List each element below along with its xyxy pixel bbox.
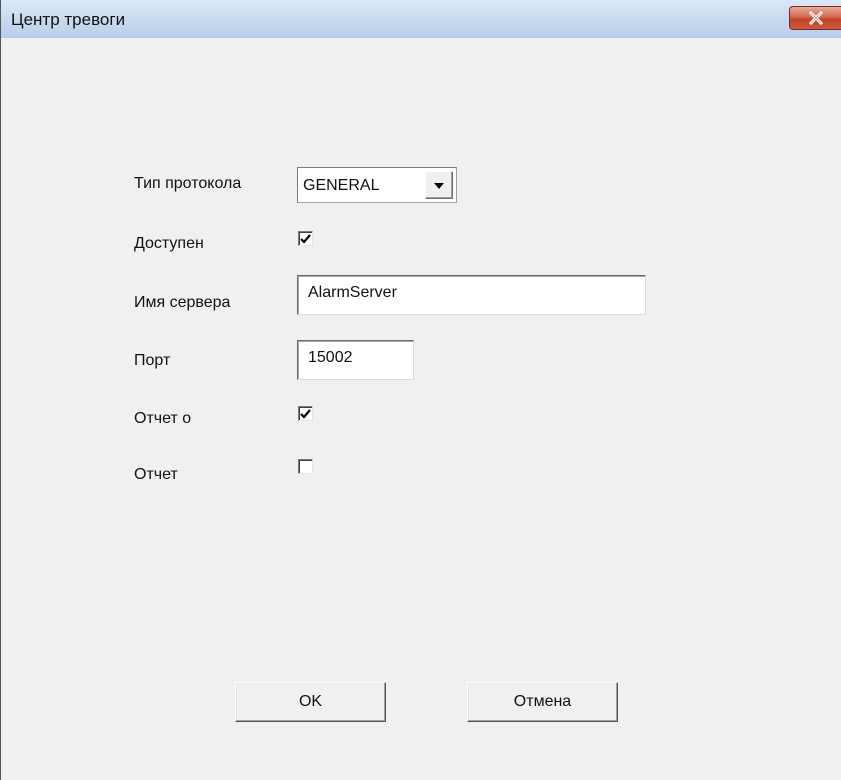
protocol-type-select[interactable]: GENERAL	[297, 167, 457, 203]
checkmark-icon	[300, 408, 311, 419]
server-name-label: Имя сервера	[134, 294, 231, 311]
port-label: Порт	[134, 352, 171, 369]
port-field[interactable]	[297, 340, 414, 380]
report-about-label: Отчет о	[134, 410, 192, 427]
ok-button[interactable]: OK	[235, 682, 386, 722]
cancel-button[interactable]: Отмена	[467, 682, 618, 722]
server-name-input[interactable]	[298, 276, 645, 314]
checkmark-icon	[300, 233, 311, 244]
protocol-type-dropdown-button[interactable]	[425, 171, 453, 199]
close-icon	[808, 11, 824, 25]
title-bar[interactable]: Центр тревоги	[1, 0, 841, 38]
alarm-center-dialog: Центр тревоги Тип протокола GENERAL Дост…	[0, 0, 841, 780]
close-button[interactable]	[789, 6, 841, 30]
enabled-checkbox[interactable]	[298, 231, 313, 246]
server-name-field[interactable]	[297, 275, 646, 315]
report-label: Отчет	[134, 466, 178, 483]
report-checkbox[interactable]	[298, 459, 313, 474]
chevron-down-icon	[434, 176, 444, 194]
window-title: Центр тревоги	[11, 10, 126, 29]
port-input[interactable]	[298, 341, 413, 379]
enabled-label: Доступен	[134, 235, 204, 252]
protocol-type-label: Тип протокола	[134, 175, 242, 192]
report-about-checkbox[interactable]	[298, 406, 313, 421]
protocol-type-value: GENERAL	[303, 177, 380, 194]
